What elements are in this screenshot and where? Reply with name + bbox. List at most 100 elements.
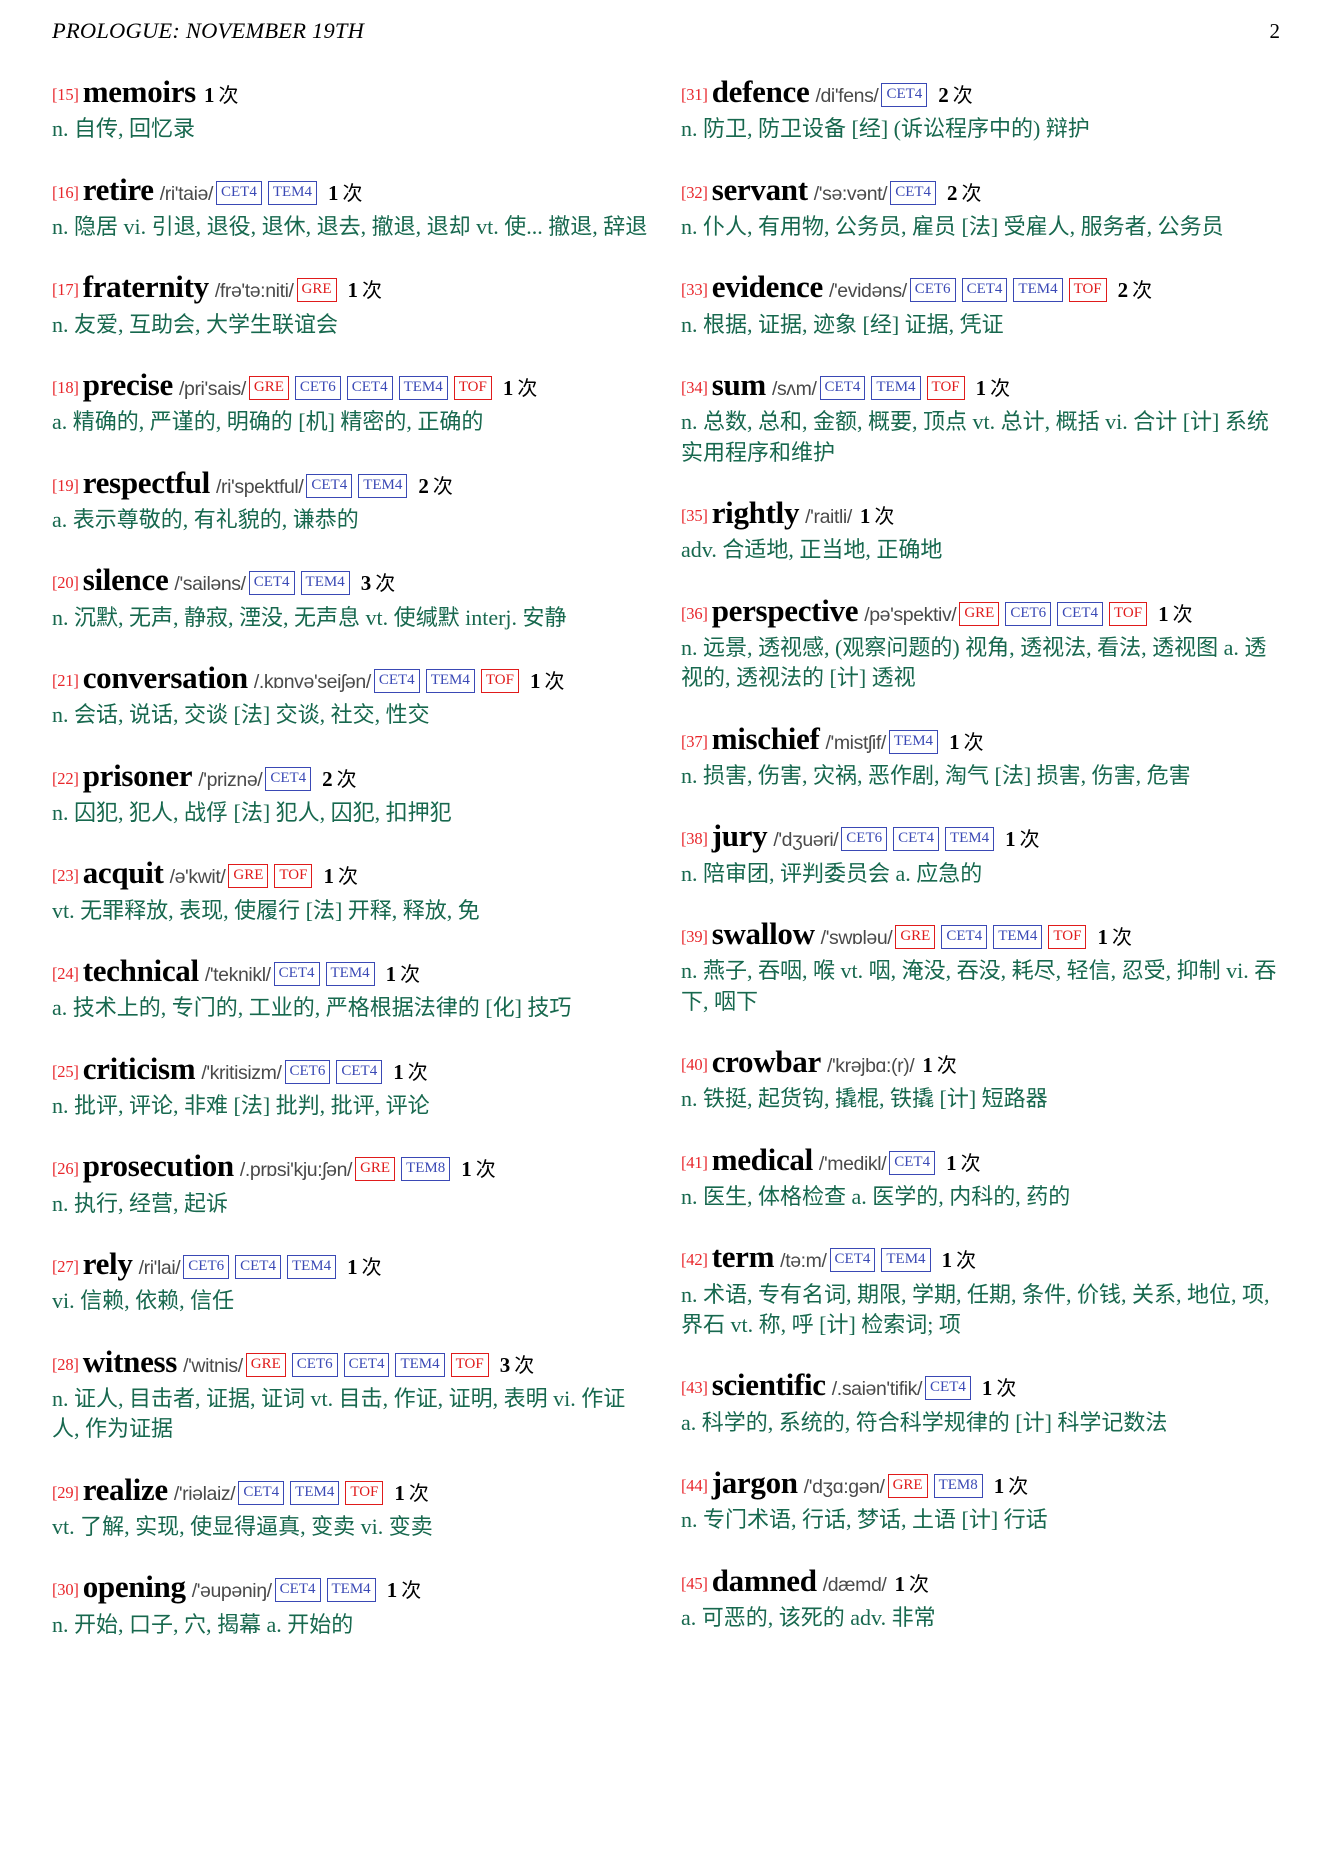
running-head: PROLOGUE: NOVEMBER 19TH 2 (52, 18, 1280, 58)
entry-frequency: 2 (938, 83, 949, 107)
exam-tag-cet6: CET6 (909, 278, 956, 303)
entry-word[interactable]: conversation (83, 660, 248, 695)
entry-word[interactable]: mischief (712, 721, 820, 756)
frequency-unit-label: 次 (874, 505, 895, 528)
entry-phonetic: /.saiən'tifik/ (831, 1378, 923, 1401)
entry-definition: vt. 了解, 实现, 使显得逼真, 变卖 vi. 变卖 (52, 1513, 433, 1539)
exam-tag-tem4: TEM4 (944, 827, 995, 852)
entry-word[interactable]: crowbar (712, 1044, 822, 1079)
entry-word[interactable]: prisoner (83, 758, 193, 793)
entry-index: [36] (681, 603, 708, 623)
entry-word[interactable]: opening (83, 1569, 186, 1604)
exam-tag-cet4: CET4 (941, 924, 988, 949)
exam-tag-cet4: CET4 (893, 827, 939, 852)
exam-tag-gre: GRE (959, 601, 1000, 626)
entry-headline: [25] criticism /'kritisizm/CET6 CET4 1 次 (52, 1049, 651, 1089)
entry-phonetic: /'medikl/ (818, 1152, 887, 1175)
exam-tag-tem4: TEM4 (993, 924, 1043, 949)
entry-phonetic: /tə:m/ (780, 1250, 827, 1273)
exam-tag-cet6: CET6 (1005, 601, 1052, 626)
entry-definition: n. 证人, 目击者, 证据, 证词 vt. 目击, 作证, 证明, 表明 vi… (52, 1385, 626, 1442)
exam-tag-tof: TOF (480, 668, 519, 693)
entry-definition: n. 友爱, 互助会, 大学生联谊会 (52, 311, 339, 337)
entry-headline: [20] silence /'sailəns/CET4 TEM4 3 次 (52, 560, 651, 600)
entry-frequency: 1 (946, 1150, 957, 1175)
entry-word[interactable]: technical (83, 953, 199, 988)
frequency-unit-label: 次 (960, 1152, 981, 1175)
entry-definition: n. 执行, 经营, 起诉 (52, 1190, 229, 1216)
entry-headline: [45] damned /dæmd/ 1 次 (681, 1561, 1280, 1601)
entry-headline: [15] memoirs 1 次 (52, 72, 651, 112)
entry-phonetic: /'riəlaiz/ (173, 1482, 236, 1505)
frequency-unit-label: 次 (400, 963, 421, 986)
entry-phonetic: /pri'sais/ (179, 377, 246, 400)
entry-headline: [41] medical /'medikl/CET4 1 次 (681, 1140, 1280, 1180)
entry-headline: [17] fraternity /frə'tə:niti/GRE 1 次 (52, 267, 651, 307)
entry-index: [31] (681, 85, 708, 104)
frequency-unit-label: 次 (1111, 926, 1132, 949)
entry-index: [15] (52, 85, 79, 104)
entry-definition: n. 专门术语, 行话, 梦话, 土语 [计] 行话 (681, 1507, 1048, 1533)
entry-phonetic: /'witnis/ (183, 1354, 243, 1377)
entry-word[interactable]: defence (712, 74, 810, 109)
right-column: [31] defence /di'fens/CET4 2 次 n. 防卫, 防卫设… (681, 72, 1280, 1665)
entry-word[interactable]: term (712, 1239, 775, 1274)
vocabulary-entry: [30] opening /'əupəniŋ/CET4 TEM4 1 次 n. 开始… (52, 1567, 651, 1640)
entry-word[interactable]: respectful (83, 465, 211, 500)
entry-frequency: 1 (529, 668, 541, 693)
entry-index: [43] (681, 1378, 708, 1398)
exam-tag-tem4: TEM4 (1013, 278, 1063, 303)
entry-word[interactable]: servant (712, 172, 808, 207)
entry-headline: [18] precise /pri'sais/GRE CET6 CET4 TEM4 TO… (52, 365, 651, 405)
entry-word[interactable]: realize (83, 1472, 168, 1507)
entry-word[interactable]: witness (83, 1344, 178, 1379)
entry-frequency: 1 (385, 961, 397, 986)
exam-tag-cet4: CET4 (265, 766, 312, 791)
entry-word[interactable]: scientific (712, 1367, 826, 1402)
exam-tag-tem4: TEM4 (871, 375, 921, 400)
exam-tag-cet4: CET4 (238, 1480, 285, 1505)
exam-tag-tem4: TEM4 (425, 668, 475, 693)
entry-word[interactable]: evidence (712, 269, 824, 304)
exam-tag-cet4: CET4 (346, 375, 393, 400)
entry-word[interactable]: fraternity (83, 269, 209, 304)
entry-word[interactable]: rely (83, 1246, 133, 1281)
entry-word[interactable]: precise (83, 367, 174, 402)
entry-word[interactable]: sum (712, 367, 767, 402)
entry-frequency: 1 (1005, 827, 1016, 852)
frequency-unit-label: 次 (908, 1573, 929, 1596)
entry-index: [18] (52, 377, 79, 397)
entry-word[interactable]: jury (712, 818, 768, 853)
exam-tag-tof: TOF (1109, 601, 1148, 626)
exam-tag-cet4: CET4 (248, 571, 295, 596)
entry-word[interactable]: rightly (712, 495, 800, 530)
entry-word[interactable]: perspective (712, 593, 859, 628)
entry-definition: n. 燕子, 吞咽, 喉 vt. 咽, 淹没, 吞没, 耗尽, 轻信, 忍受, … (681, 958, 1277, 1014)
frequency-unit-label: 次 (936, 1054, 957, 1077)
vocabulary-page: PROLOGUE: NOVEMBER 19TH 2 [15] memoirs 1… (0, 0, 1322, 1870)
entry-word[interactable]: jargon (712, 1465, 798, 1500)
entry-index: [41] (681, 1152, 708, 1172)
entry-word[interactable]: medical (712, 1142, 814, 1177)
exam-tag-cet4: CET4 (343, 1352, 390, 1377)
running-title: PROLOGUE: NOVEMBER 19TH (52, 18, 365, 43)
exam-tag-gre: GRE (895, 924, 936, 949)
entry-word[interactable]: acquit (83, 855, 164, 890)
entry-frequency: 2 (322, 766, 333, 791)
entry-word[interactable]: criticism (83, 1051, 196, 1086)
entry-word[interactable]: retire (83, 172, 154, 207)
entry-frequency: 1 (949, 729, 960, 754)
entry-index: [24] (52, 963, 79, 983)
entry-index: [19] (52, 475, 79, 495)
vocabulary-entry: [41] medical /'medikl/CET4 1 次 n. 医生, 体格检… (681, 1140, 1280, 1213)
entry-word[interactable]: damned (712, 1563, 817, 1598)
entry-word[interactable]: swallow (712, 916, 815, 951)
entry-index: [27] (52, 1256, 79, 1276)
entry-phonetic: /.kɒnvə'seiʃən/ (253, 670, 371, 693)
entry-word[interactable]: silence (83, 562, 169, 597)
exam-tag-tof: TOF (453, 375, 492, 400)
entry-headline: [26] prosecution /.prɒsi'kju:ʃən/GRE TEM8… (52, 1146, 651, 1186)
entry-definition: n. 仆人, 有用物, 公务员, 雇员 [法] 受雇人, 服务者, 公务员 (681, 213, 1224, 239)
entry-word[interactable]: memoirs (83, 74, 197, 109)
entry-word[interactable]: prosecution (83, 1148, 234, 1183)
